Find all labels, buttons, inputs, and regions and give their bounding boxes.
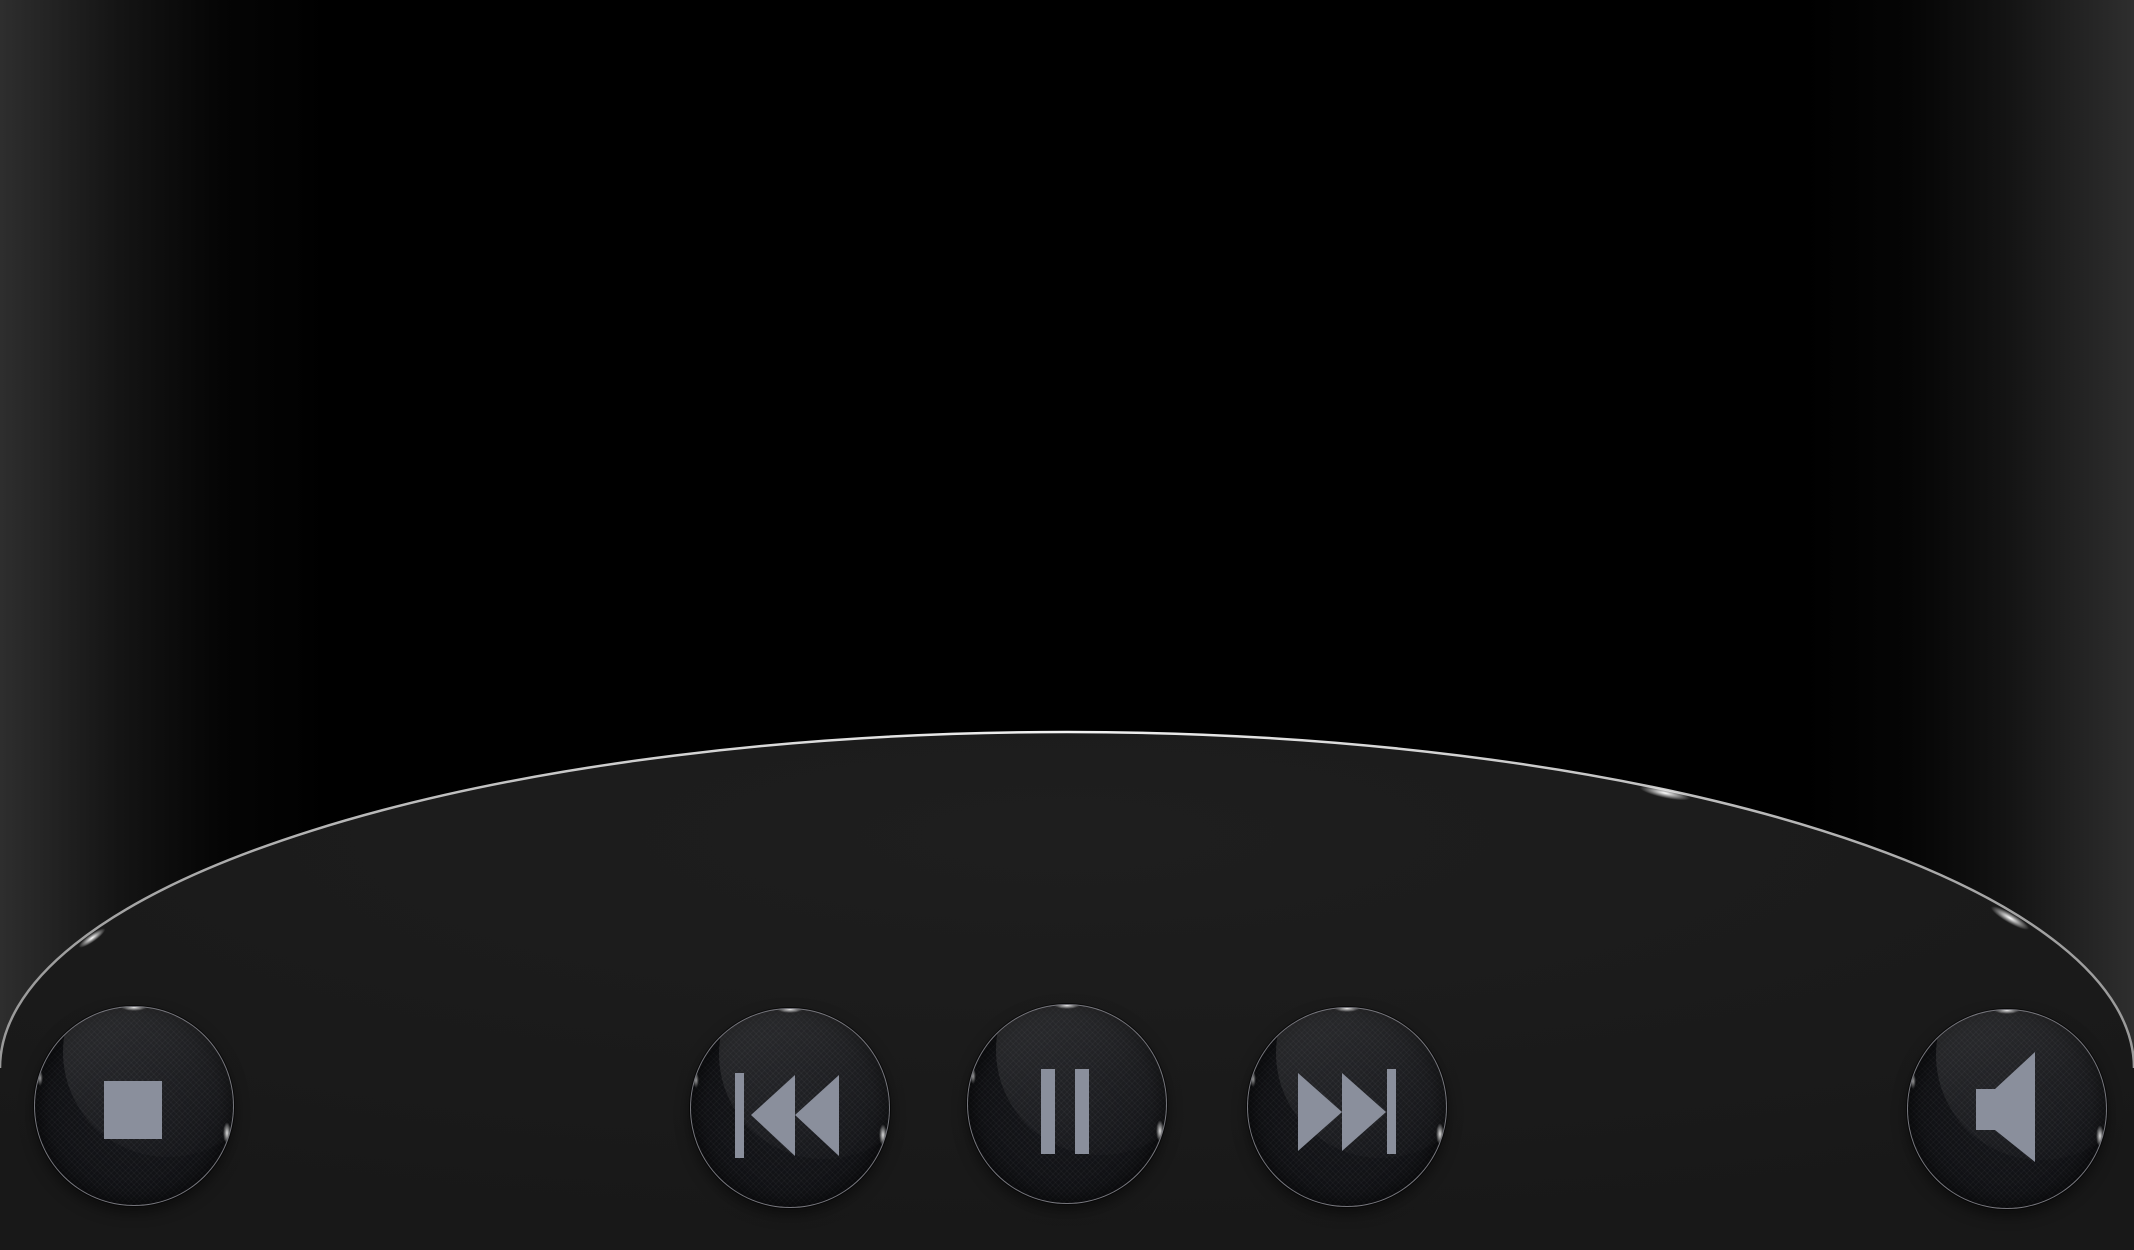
pause-button[interactable] bbox=[967, 1004, 1167, 1204]
stop-button[interactable] bbox=[34, 1006, 234, 1206]
fast-forward-button[interactable] bbox=[1247, 1007, 1447, 1207]
skip-forward-icon bbox=[1298, 1069, 1396, 1154]
volume-button[interactable] bbox=[1907, 1009, 2107, 1209]
skip-back-icon bbox=[735, 1073, 839, 1158]
speaker-icon bbox=[1976, 1052, 2035, 1162]
media-player bbox=[0, 0, 2134, 1250]
rewind-button[interactable] bbox=[690, 1008, 890, 1208]
stop-icon bbox=[104, 1081, 162, 1139]
pause-icon bbox=[1041, 1069, 1089, 1154]
